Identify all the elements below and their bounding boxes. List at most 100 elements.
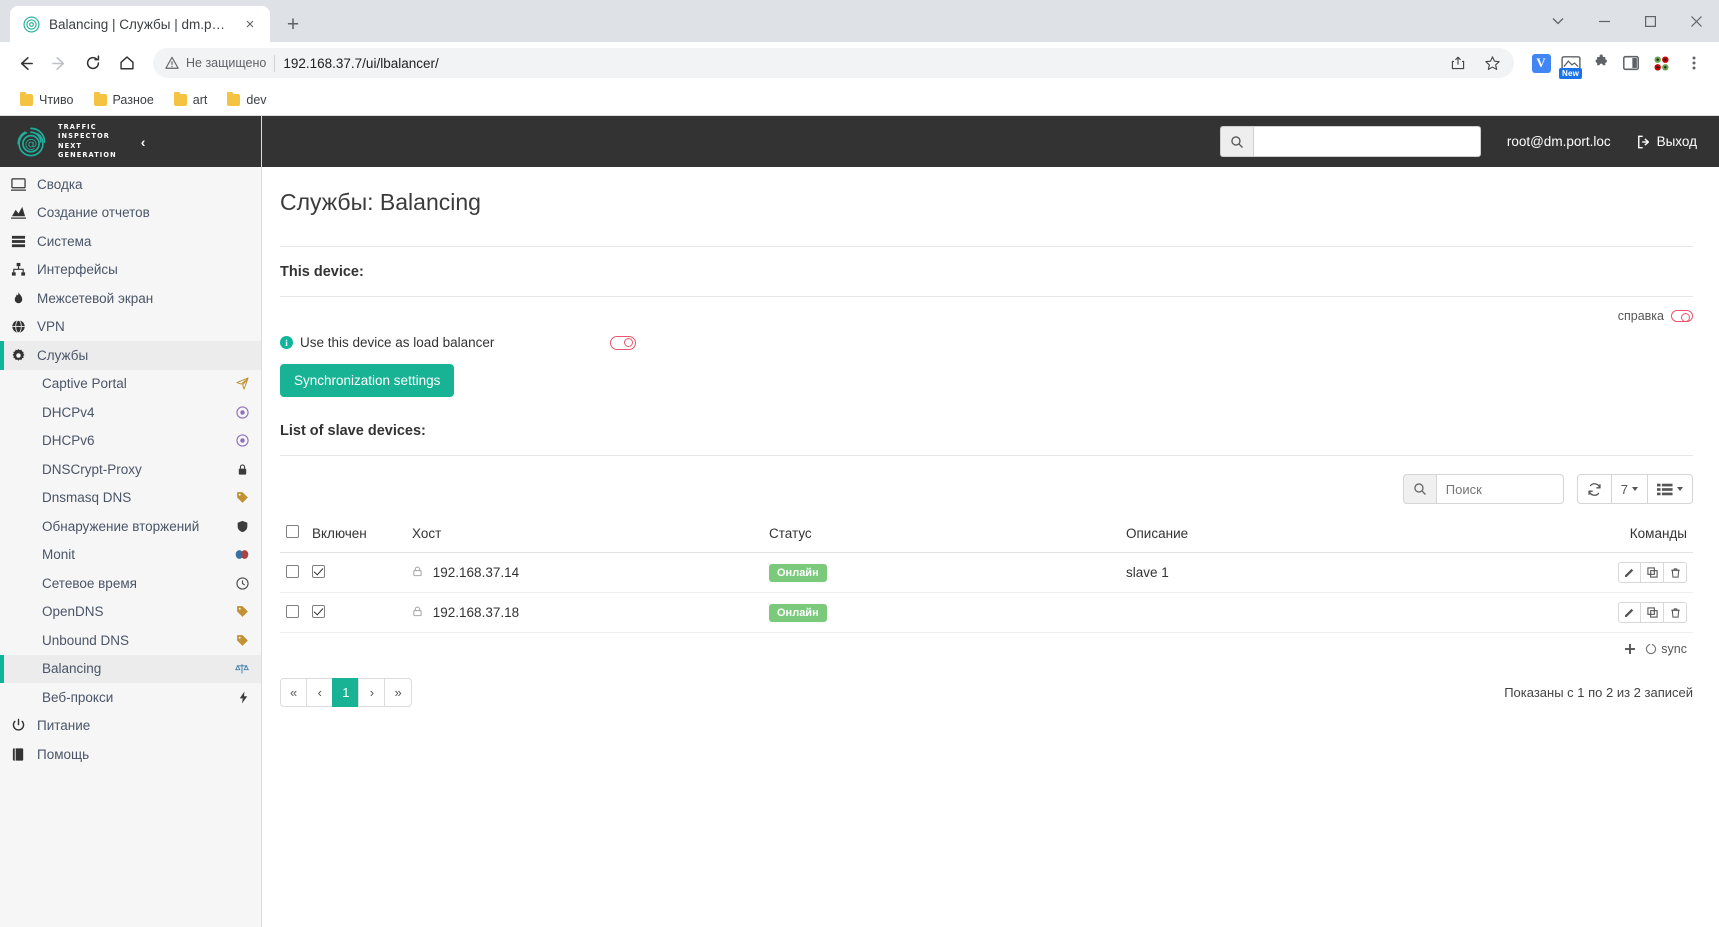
page-next-button[interactable]: › [358,678,386,707]
clone-button[interactable] [1641,602,1664,623]
select-all-checkbox[interactable] [286,525,299,538]
load-balancer-toggle[interactable] [610,335,636,350]
bookmark-item[interactable]: Чтиво [12,90,82,110]
sidebar-item-opendns[interactable]: OpenDNS [0,598,261,627]
pagination-row: « ‹ 1 › » Показаны с 1 по 2 из 2 записей [280,656,1693,707]
browser-menu-icon[interactable] [1678,47,1710,79]
window-close-icon[interactable] [1673,0,1719,42]
table-row[interactable]: 192.168.37.14 Онлайн slave 1 [280,552,1693,593]
maximize-icon[interactable] [1627,0,1673,42]
back-icon[interactable] [9,47,41,79]
table-search-input[interactable] [1435,474,1564,504]
sidebar-item-firewall[interactable]: Межсетевой экран [0,284,261,313]
folder-icon [173,91,187,106]
column-description[interactable]: Описание [1120,517,1573,553]
sidebar-item-unbound-dns[interactable]: Unbound DNS [0,626,261,655]
row-checkbox[interactable] [286,564,299,578]
sidebar-label: VPN [37,319,65,335]
sidebar-item-summary[interactable]: Сводка [0,170,261,199]
page-size-dropdown[interactable]: 7 [1611,474,1648,504]
edit-button[interactable] [1618,602,1641,623]
info-icon[interactable]: i [280,336,293,349]
help-link[interactable]: справка [1618,309,1664,323]
sidebar-item-dhcpv6[interactable]: DHCPv6 [0,427,261,456]
refresh-button[interactable] [1576,474,1612,504]
sidebar-item-services[interactable]: Службы [0,341,261,370]
sidebar-item-dhcpv4[interactable]: DHCPv4 [0,398,261,427]
column-enabled[interactable]: Включен [306,517,406,553]
sidepanel-icon[interactable] [1618,50,1644,76]
page-prev-button[interactable]: ‹ [306,678,334,707]
tab-search-icon[interactable] [1535,0,1581,42]
sidebar-item-intrusion-detection[interactable]: Обнаружение вторжений [0,512,261,541]
clone-button[interactable] [1641,562,1664,583]
reload-icon[interactable] [77,47,109,79]
copy-icon [1646,567,1658,578]
edit-button[interactable] [1618,562,1641,583]
sync-button[interactable]: sync [1645,642,1687,656]
row-enabled-checkbox[interactable] [312,604,325,618]
row-enabled-checkbox[interactable] [312,564,325,578]
sidebar-item-vpn[interactable]: VPN [0,313,261,342]
table-row[interactable]: 192.168.37.18 Онлайн [280,592,1693,633]
column-chooser-button[interactable] [1648,474,1693,504]
new-tab-button[interactable]: + [278,9,308,39]
refresh-icon [1588,482,1601,496]
tab-close-icon[interactable]: × [240,14,260,34]
sidebar-item-help[interactable]: Помощь [0,740,261,769]
search-icon[interactable] [1219,126,1253,157]
share-icon[interactable] [1442,47,1474,79]
sidebar: @ TRAFFIC INSPECTOR NEXT GENERATION ‹ Св… [0,116,262,927]
search-icon[interactable] [1402,474,1436,504]
sidebar-item-interfaces[interactable]: Интерфейсы [0,256,261,285]
sidebar-item-captive-portal[interactable]: Captive Portal [0,370,261,399]
delete-button[interactable] [1664,602,1687,623]
page-first-button[interactable]: « [280,678,308,707]
sidebar-collapse-icon[interactable]: ‹ [141,134,146,150]
vimium-extension-icon[interactable]: V [1528,50,1554,76]
synchronization-settings-button[interactable]: Synchronization settings [280,364,455,397]
add-row-button[interactable] [1624,643,1636,655]
help-toggle[interactable] [1671,310,1693,322]
server-icon [10,234,27,249]
sidebar-item-web-proxy[interactable]: Веб-прокси [0,683,261,712]
column-host[interactable]: Хост [406,517,763,553]
sidebar-item-reports[interactable]: Создание отчетов [0,199,261,228]
delete-button[interactable] [1664,562,1687,583]
browser-tab[interactable]: Balancing | Службы | dm.port.loc × [10,6,270,42]
bookmark-item[interactable]: Разное [86,90,162,110]
page-number-button[interactable]: 1 [332,678,360,707]
page-last-button[interactable]: » [384,678,412,707]
logout-icon [1637,135,1649,148]
bookmark-label: Разное [112,92,154,107]
sidebar-item-dnsmasq-dns[interactable]: Dnsmasq DNS [0,484,261,513]
address-bar[interactable]: Не защищено 192.168.37.7/ui/lbalancer/ [153,48,1514,78]
sidebar-item-balancing[interactable]: Balancing [0,654,261,683]
forward-icon[interactable] [43,47,75,79]
bookmark-item[interactable]: art [166,90,216,110]
row-checkbox[interactable] [286,604,299,618]
security-indicator[interactable]: Не защищено [165,56,266,70]
global-search[interactable] [1219,126,1481,157]
row-host-text: 192.168.37.18 [432,605,520,620]
minimize-icon[interactable] [1581,0,1627,42]
sidebar-item-dnscrypt-proxy[interactable]: DNSCrypt-Proxy [0,455,261,484]
screenshot-extension-icon[interactable]: New [1558,50,1584,79]
fingerprint-at-logo-icon: @ [14,125,48,159]
omnibox-divider [274,54,276,72]
logout-button[interactable]: Выход [1637,134,1697,149]
sidebar-item-system[interactable]: Система [0,227,261,256]
colorpicker-extension-icon[interactable] [1648,50,1674,76]
global-search-input[interactable] [1252,126,1481,157]
column-status[interactable]: Статус [763,517,1120,553]
home-icon[interactable] [111,47,143,79]
balance-icon [235,662,249,675]
sidebar-item-monit[interactable]: Monit [0,541,261,570]
records-summary: Показаны с 1 по 2 из 2 записей [1504,685,1693,700]
puzzle-extensions-icon[interactable] [1588,50,1614,76]
sidebar-item-power[interactable]: Питание [0,712,261,741]
table-search[interactable] [1402,474,1564,504]
sidebar-item-network-time[interactable]: Сетевое время [0,569,261,598]
bookmark-item[interactable]: dev [219,90,274,110]
star-icon[interactable] [1476,47,1508,79]
